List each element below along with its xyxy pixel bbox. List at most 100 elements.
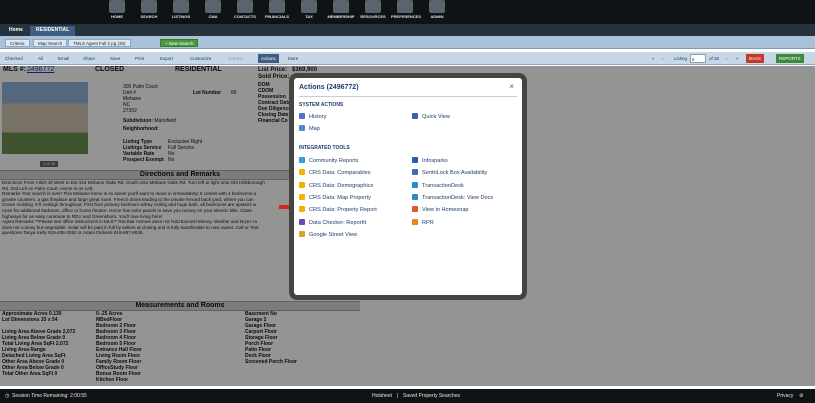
transaction-icon xyxy=(412,181,418,188)
modal-title: Actions (2496772) xyxy=(299,84,359,91)
nav-home[interactable]: HOME xyxy=(103,0,131,24)
action-label: CRS Data: Demographics xyxy=(309,182,374,189)
print-button[interactable]: Print xyxy=(135,54,144,63)
save-button[interactable]: Save xyxy=(110,54,120,63)
action-data-checker-reportit[interactable]: Data Checker: ReportIt xyxy=(299,218,367,227)
listings-icon xyxy=(173,0,189,13)
tab-bar: Home RESIDENTIAL xyxy=(0,24,815,36)
resources-icon xyxy=(365,0,381,13)
action-label: Quick View xyxy=(422,114,450,120)
action-label: SentriLock Box Availability xyxy=(422,170,488,177)
hotsheet-link[interactable]: Hotsheet xyxy=(372,389,392,403)
criteria-button[interactable]: Criteria xyxy=(5,39,30,47)
nav-resources[interactable]: RESOURCES xyxy=(359,0,387,24)
tab-residential[interactable]: RESIDENTIAL xyxy=(30,26,76,36)
last-listing-icon[interactable]: » xyxy=(736,54,739,63)
nav-listings[interactable]: LISTINGS xyxy=(167,0,195,24)
nav-admin[interactable]: ADMIN xyxy=(423,0,451,24)
tab-home[interactable]: Home xyxy=(3,26,29,36)
action-label: CRS Data: Map Property xyxy=(309,194,371,201)
action-label: TransactionDesk xyxy=(422,182,464,189)
session-timer: Session Time Remaining: 2:00:55 xyxy=(12,393,87,399)
cma-icon xyxy=(205,0,221,13)
action-transactiondesk[interactable]: TransactionDesk xyxy=(412,181,464,190)
settings-gear-icon[interactable]: ⚙ xyxy=(799,389,803,403)
reports-button[interactable]: REPORTS xyxy=(776,54,804,63)
nav-label: ADMIN xyxy=(430,14,444,19)
nav-label: SEARCH xyxy=(140,14,158,19)
customize-button[interactable]: Customize xyxy=(190,54,211,63)
nav-tax[interactable]: TAX xyxy=(295,0,323,24)
nav-contacts[interactable]: CONTACTS xyxy=(231,0,259,24)
agent-full-report-button[interactable]: TMLS Agent Full 2 pg (36) xyxy=(68,39,131,47)
more-button[interactable]: More xyxy=(288,54,298,63)
results-toolbar: Checked All Email Share Save Print Expor… xyxy=(0,52,815,65)
action-sentrilock-box-availability[interactable]: SentriLock Box Availability xyxy=(412,169,487,177)
map-search-button[interactable]: Map Search xyxy=(33,39,68,47)
transaction-icon xyxy=(412,193,418,200)
action-community-reports[interactable]: Community Reports xyxy=(299,157,358,165)
export-button[interactable]: Export xyxy=(160,54,173,63)
action-view-in-homesnap[interactable]: View in Homesnap xyxy=(412,206,469,214)
home-icon xyxy=(109,0,125,13)
action-crs-data-property-report[interactable]: CRS Data: Property Report xyxy=(299,206,377,214)
lock-icon xyxy=(412,169,418,176)
action-label: Community Reports xyxy=(309,158,359,164)
action-label: CRS Data: Property Report xyxy=(309,207,377,214)
actions-button[interactable]: Actions xyxy=(258,54,279,63)
actions-modal: Actions (2496772) × SYSTEM ACTIONS Histo… xyxy=(289,73,527,300)
nav-preferences[interactable]: PREFERENCES xyxy=(391,0,422,24)
crs-icon xyxy=(299,206,305,213)
nav-label: PREFERENCES xyxy=(391,14,422,19)
nav-label: HOME xyxy=(111,14,123,19)
share-button[interactable]: Share xyxy=(83,54,95,63)
privacy-link[interactable]: Privacy xyxy=(777,389,793,403)
checked-button[interactable]: Checked xyxy=(5,54,23,63)
action-label: RPR xyxy=(422,219,434,226)
map-icon xyxy=(299,125,305,131)
homesnap-icon xyxy=(412,206,418,213)
email-button[interactable]: Email xyxy=(58,54,69,63)
action-infosparks[interactable]: Infosparks xyxy=(412,157,448,165)
close-icon[interactable]: × xyxy=(509,82,514,91)
nav-label: RESOURCES xyxy=(360,14,386,19)
clock-icon: ◷ xyxy=(5,393,10,399)
crs-icon xyxy=(299,169,305,176)
first-listing-icon[interactable]: « xyxy=(652,54,655,63)
listing-number-input[interactable]: 6 xyxy=(690,54,706,63)
compare-button[interactable]: Correct xyxy=(228,54,243,63)
all-button[interactable]: All xyxy=(38,54,43,63)
action-label: Map xyxy=(309,126,320,132)
action-crs-data-comparables[interactable]: CRS Data: Comparables xyxy=(299,169,371,177)
nav-label: LISTINGS xyxy=(171,14,191,19)
action-crs-data-demographics[interactable]: CRS Data: Demographics xyxy=(299,181,374,190)
action-rpr[interactable]: RPR xyxy=(412,218,434,227)
action-label: Data Checker: ReportIt xyxy=(309,219,367,226)
nav-cma[interactable]: CMA xyxy=(199,0,227,24)
contacts-icon xyxy=(237,0,253,13)
prev-listing-icon[interactable]: ‹ xyxy=(662,54,664,63)
new-search-button[interactable]: + New Search xyxy=(160,39,199,47)
saved-searches-link[interactable]: Saved Property Searches xyxy=(403,389,460,403)
status-bar: ◷ Session Time Remaining: 2:00:55 Hotshe… xyxy=(0,389,815,403)
nav-label: CONTACTS xyxy=(234,14,256,19)
nav-financials[interactable]: FINANCIALS xyxy=(263,0,291,24)
action-transactiondesk-view-docs[interactable]: TransactionDesk: View Docs xyxy=(412,193,494,202)
action-label: TransactionDesk: View Docs xyxy=(422,194,494,201)
action-map[interactable]: Map xyxy=(299,125,320,133)
back-button[interactable]: BACK xyxy=(746,54,765,63)
next-listing-icon[interactable]: › xyxy=(726,54,728,63)
action-quick-view[interactable]: Quick View xyxy=(412,113,450,121)
nav-label: TAX xyxy=(305,14,313,19)
action-label: Infosparks xyxy=(422,158,448,164)
rpr-icon xyxy=(412,218,418,225)
street-view-icon xyxy=(299,230,305,237)
nav-membership[interactable]: MEMBERSHIP xyxy=(327,0,355,24)
action-crs-data-map-property[interactable]: CRS Data: Map Property xyxy=(299,193,371,202)
search-subbar: Criteria Map Search TMLS Agent Full 2 pg… xyxy=(0,36,815,49)
nav-label: CMA xyxy=(208,14,218,19)
nav-search[interactable]: SEARCH xyxy=(135,0,163,24)
action-history[interactable]: History xyxy=(299,113,326,121)
action-google-street-view[interactable]: Google Street View xyxy=(299,230,357,239)
crs-icon xyxy=(299,181,305,188)
